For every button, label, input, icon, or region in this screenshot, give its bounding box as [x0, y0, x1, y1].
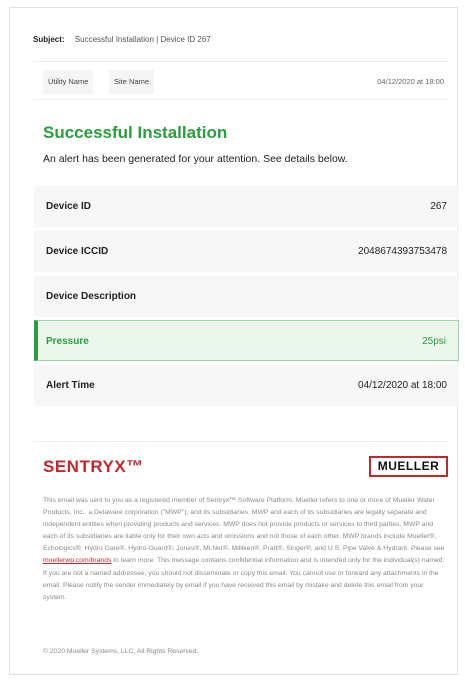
- mueller-logo: MUELLER: [369, 456, 448, 477]
- detail-value: 04/12/2020 at 18:00: [358, 380, 447, 391]
- detail-label: Device ICCID: [46, 246, 109, 257]
- detail-label: Alert Time: [46, 380, 95, 391]
- detail-label: Pressure: [46, 336, 89, 347]
- sentryx-logo: SENTRYX™: [43, 457, 144, 476]
- detail-value: 267: [430, 201, 447, 212]
- detail-row-device-id: Device ID 267: [34, 186, 459, 227]
- detail-label: Device Description: [46, 291, 137, 302]
- detail-row-device-iccid: Device ICCID 2048674393753478: [34, 231, 459, 272]
- divider: [33, 61, 449, 62]
- subject-line: Subject: Successful Installation | Devic…: [33, 35, 211, 44]
- detail-row-alert-time: Alert Time 04/12/2020 at 18:00: [34, 365, 459, 406]
- alert-title: Successful Installation: [43, 123, 228, 142]
- legal-disclaimer: This email was sent to you as a register…: [43, 495, 448, 604]
- subject-text: Successful Installation | Device ID 267: [74, 35, 211, 44]
- utility-name-chip: Utility Name: [43, 70, 94, 94]
- legal-text-part1: This email was sent to you as a register…: [43, 497, 445, 553]
- detail-value: 2048674393753478: [358, 246, 447, 257]
- meta-row: Utility Name Site Name 04/12/2020 at 18:…: [33, 70, 449, 98]
- site-name-chip: Site Name: [109, 70, 155, 94]
- brands-link[interactable]: muellerwp.com/brands: [43, 557, 111, 564]
- subject-label: Subject:: [33, 35, 65, 44]
- divider: [33, 99, 449, 100]
- detail-row-pressure: Pressure 25psi: [34, 320, 459, 361]
- detail-label: Device ID: [46, 201, 92, 212]
- sent-date: 04/12/2020 at 18:00: [377, 77, 444, 86]
- detail-value: 25psi: [422, 336, 446, 347]
- copyright-text: © 2020 Mueller Systems, LLC. All Rights …: [43, 648, 199, 655]
- alert-intro: An alert has been generated for your att…: [43, 153, 348, 165]
- detail-row-device-description: Device Description: [34, 276, 459, 317]
- divider: [33, 441, 449, 442]
